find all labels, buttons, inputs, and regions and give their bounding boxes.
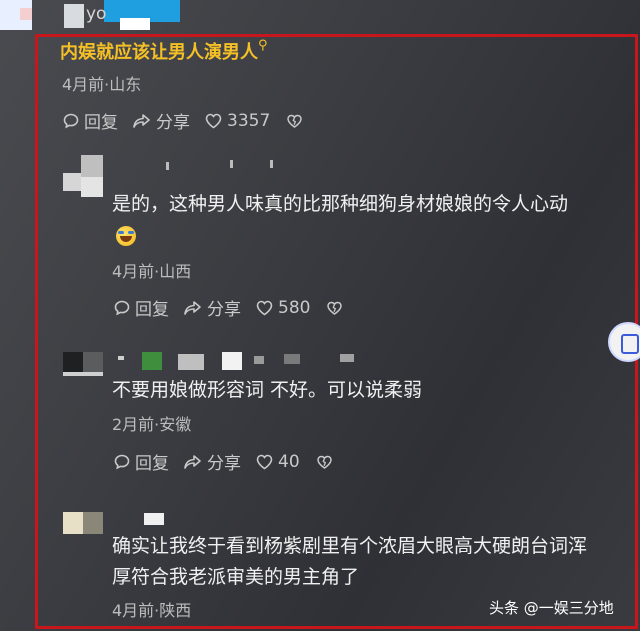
heart-icon <box>205 113 222 128</box>
comment-bubble-icon <box>114 454 130 469</box>
comment-meta: 2月前·安徽 <box>112 415 192 434</box>
comment-4-text-line-2: 厚符合我老派审美的男主角了 <box>112 566 360 588</box>
comment-text: 内娱就应该让男人演男人⚲ <box>60 38 268 64</box>
broken-heart-icon <box>316 455 332 469</box>
dislike-button[interactable] <box>316 454 333 470</box>
laughing-crying-emoji-icon <box>116 226 136 246</box>
dislike-button[interactable] <box>286 113 303 129</box>
reply-button[interactable]: 回复 <box>62 108 118 133</box>
blurred-username <box>112 160 273 170</box>
share-button[interactable]: 分享 <box>183 449 241 474</box>
search-icon[interactable]: ⚲ <box>258 38 268 53</box>
share-arrow-icon <box>184 300 201 315</box>
broken-heart-icon <box>287 114 303 128</box>
share-button[interactable]: 分享 <box>183 295 241 320</box>
reply-button[interactable]: 回复 <box>113 449 169 474</box>
heart-icon <box>256 454 273 469</box>
like-button[interactable]: 580 <box>255 298 310 318</box>
comment-actions: 回复 分享 580 <box>113 295 343 320</box>
share-arrow-icon <box>184 454 201 469</box>
floating-copy-button[interactable] <box>608 322 640 362</box>
avatar[interactable] <box>63 155 103 197</box>
avatar[interactable] <box>63 512 103 552</box>
avatar-fragment <box>20 8 32 20</box>
avatar[interactable] <box>63 352 103 392</box>
comment-bubble-icon <box>114 300 130 315</box>
blurred-username <box>112 350 372 370</box>
blurred-username <box>144 513 164 525</box>
reply-button[interactable]: 回复 <box>113 295 169 320</box>
avatar-fragment <box>64 4 84 28</box>
watermark: 头条 @一娱三分地 <box>489 599 614 617</box>
broken-heart-icon <box>327 301 343 315</box>
comment-meta: 4月前·山东 <box>62 75 142 94</box>
comment-meta: 4月前·陕西 <box>112 601 192 620</box>
heart-icon <box>256 300 273 315</box>
dislike-button[interactable] <box>326 300 343 316</box>
comment-2-text: 是的，这种男人味真的比那种细狗身材娘娘的令人心动 <box>112 193 569 215</box>
comment-meta: 4月前·山西 <box>112 262 192 281</box>
share-arrow-icon <box>133 113 150 128</box>
comment-bubble-icon <box>63 113 79 128</box>
share-button[interactable]: 分享 <box>132 108 190 133</box>
comment-actions: 回复 分享 3357 <box>62 108 303 133</box>
comment-actions: 回复 分享 40 <box>113 449 333 474</box>
username-fragment: yo <box>86 4 107 24</box>
like-button[interactable]: 3357 <box>204 111 270 131</box>
like-button[interactable]: 40 <box>255 452 300 472</box>
comment-1-text: 内娱就应该让男人演男人 <box>60 42 258 63</box>
comment-4-text-line-1: 确实让我终于看到杨紫剧里有个浓眉大眼高大硬朗台词浑 <box>112 535 588 557</box>
comment-3-text: 不要用娘做形容词 不好。可以说柔弱 <box>112 379 423 401</box>
blurred-username <box>120 18 150 30</box>
top-username-strip: yo <box>0 0 640 34</box>
